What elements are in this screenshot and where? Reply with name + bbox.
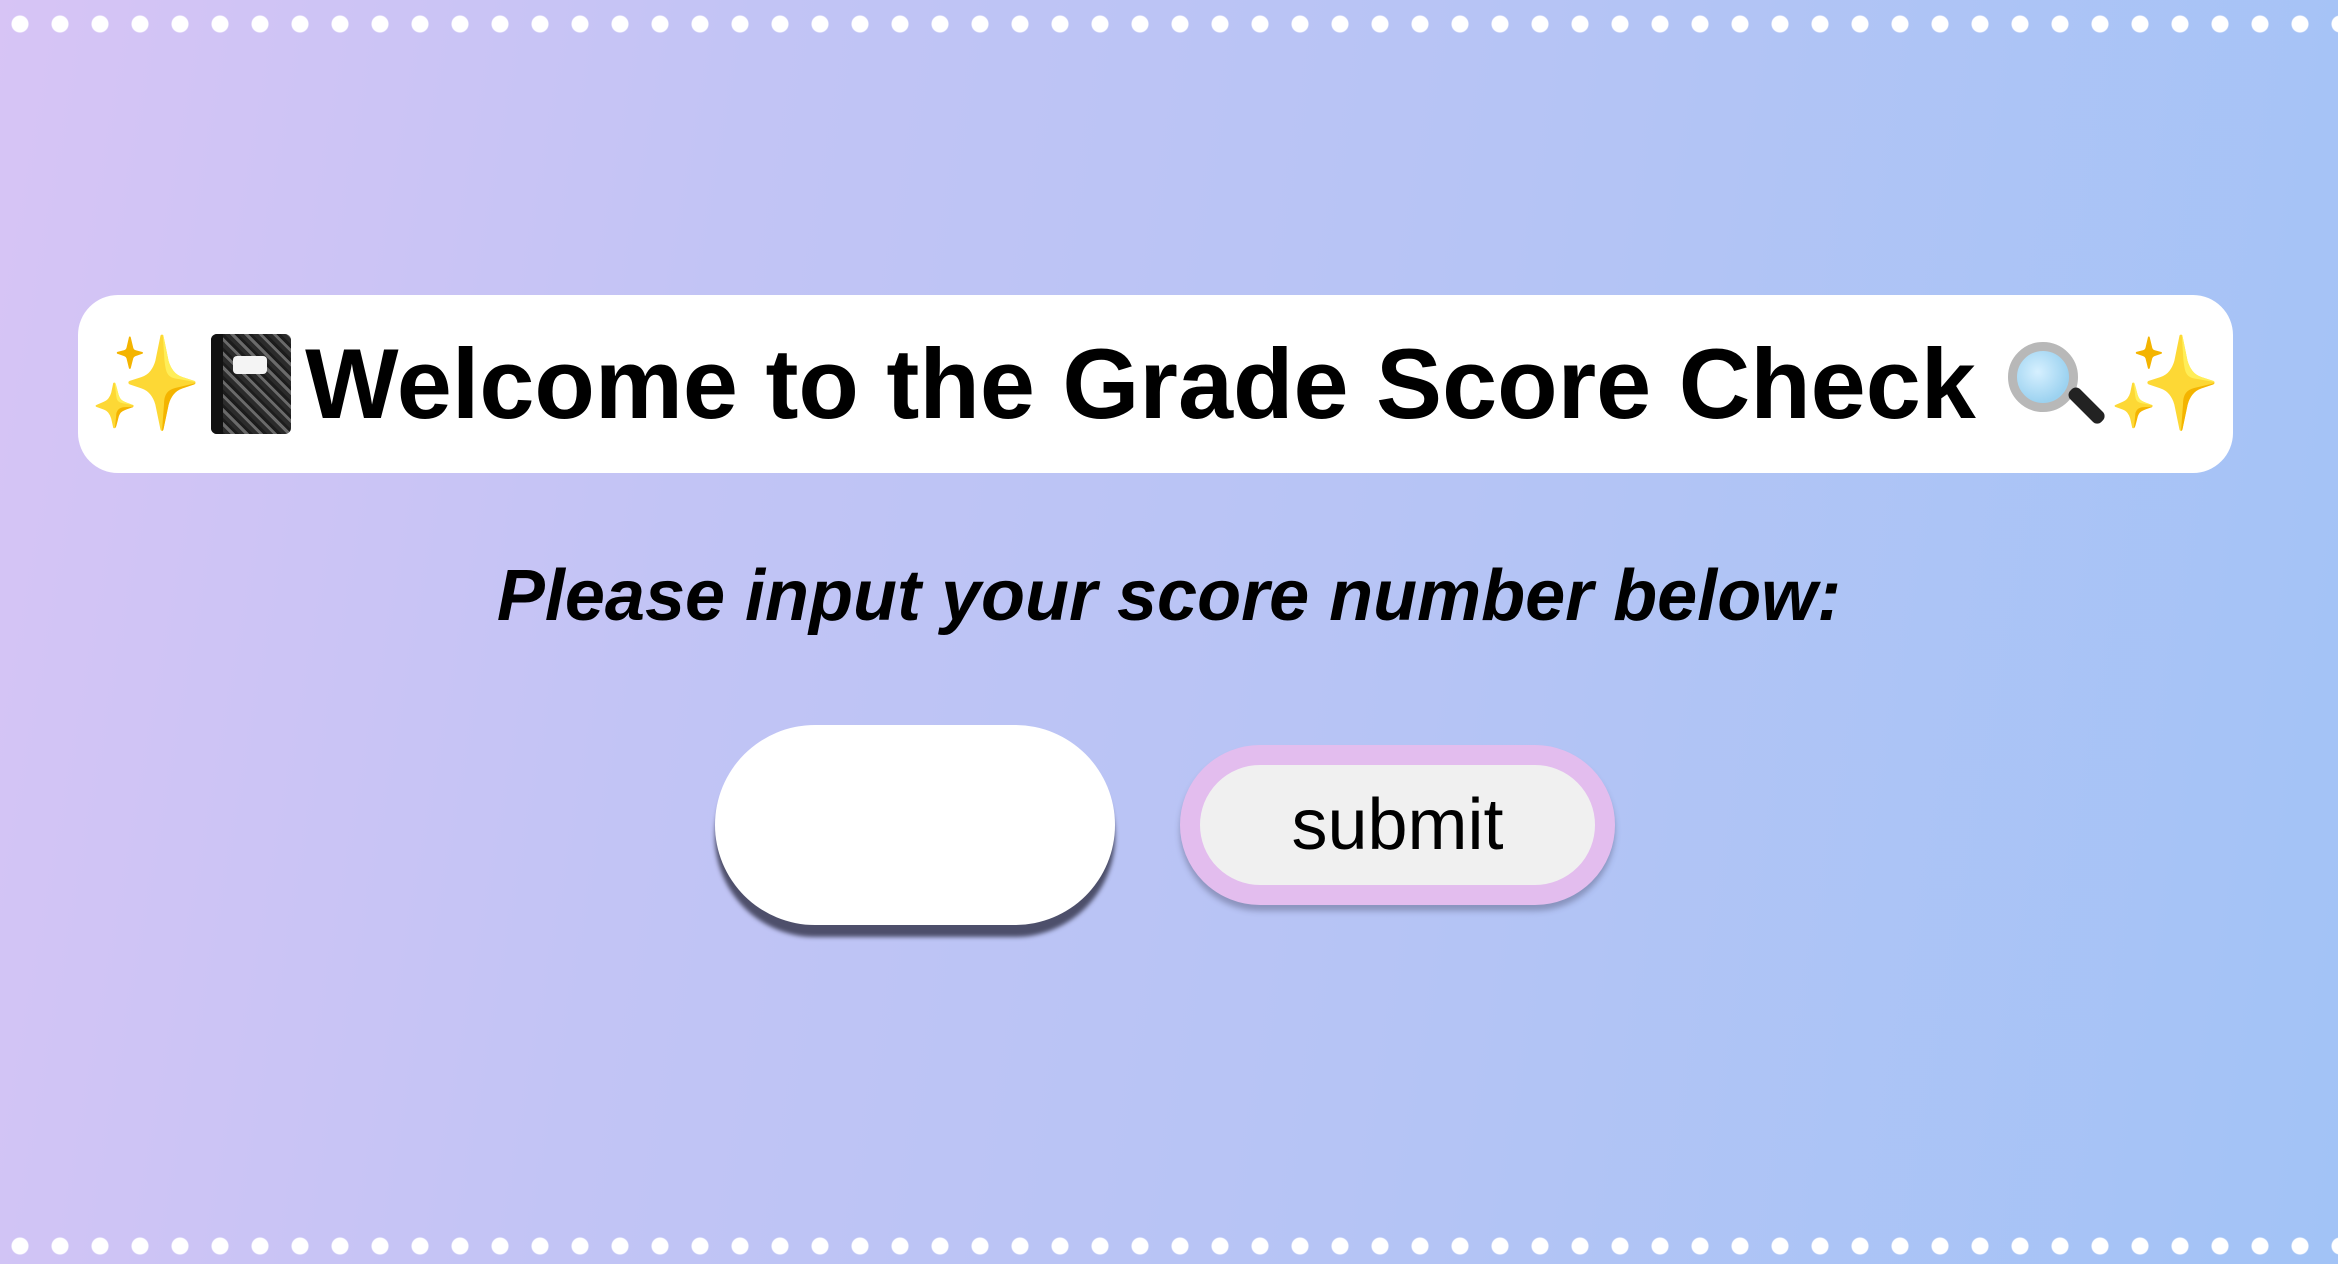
magnifying-glass-icon (2004, 336, 2107, 432)
top-dot-border (0, 14, 2338, 34)
submit-button[interactable]: submit (1180, 745, 1615, 905)
score-input[interactable] (715, 725, 1115, 925)
sparkles-icon: ✨ (88, 333, 204, 435)
notebook-icon (211, 334, 292, 434)
score-prompt: Please input your score number below: (496, 556, 1842, 636)
page-title: Welcome to the Grade Score Check (305, 328, 1976, 439)
page-title-row: ✨ Welcome to the Grade Score Check ✨ (89, 327, 2223, 441)
sparkles-icon: ✨ (2107, 333, 2223, 435)
title-banner: ✨ Welcome to the Grade Score Check ✨ (78, 295, 2233, 473)
bottom-dot-border (0, 1236, 2338, 1256)
